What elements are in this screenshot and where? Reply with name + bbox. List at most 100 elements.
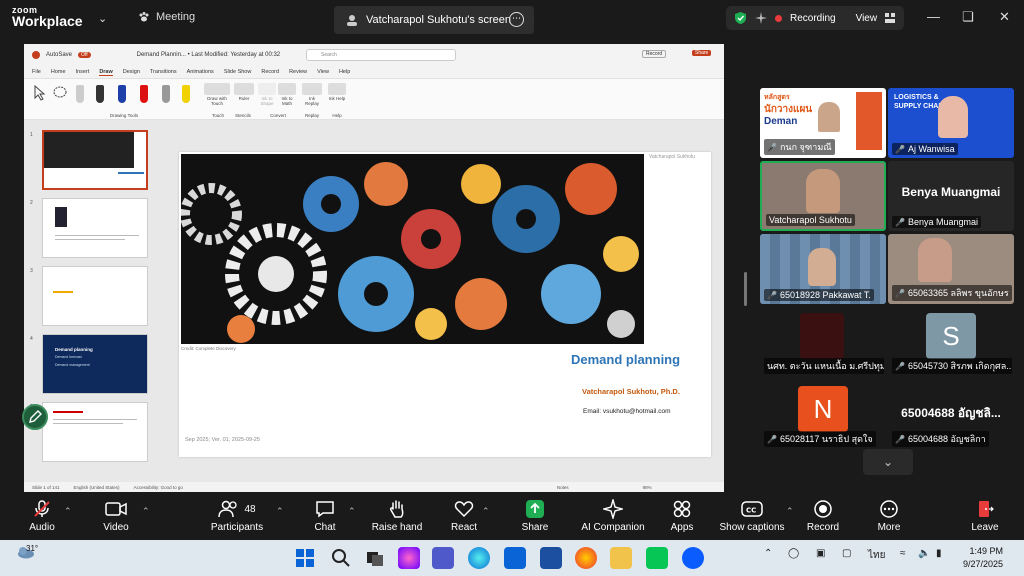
pen-black-icon[interactable]: [96, 85, 104, 103]
participant-tile[interactable]: นศท. ตะวัน แหนเนื้อ ม.ศรีปทุม: [760, 307, 886, 377]
edge-icon[interactable]: [468, 547, 490, 569]
menu-design[interactable]: Design: [123, 69, 140, 75]
pencil-icon[interactable]: [162, 85, 170, 103]
ppt-search-input[interactable]: Search: [306, 49, 456, 61]
start-icon[interactable]: [294, 547, 316, 569]
menu-insert[interactable]: Insert: [76, 69, 90, 75]
battery-icon[interactable]: ▮: [936, 548, 942, 559]
clock[interactable]: 1:49 PM 9/27/2025: [963, 545, 1003, 571]
ai-companion-button[interactable]: AI Companion: [578, 498, 648, 533]
pen-blue-icon[interactable]: [118, 85, 126, 103]
video-options-caret[interactable]: ⌃: [142, 506, 150, 517]
file-explorer-icon[interactable]: [610, 547, 632, 569]
ppt-record-button[interactable]: Record: [642, 50, 667, 58]
leave-button[interactable]: Leave: [968, 498, 1002, 533]
meeting-tab[interactable]: Meeting: [138, 11, 195, 23]
ppt-doc-title[interactable]: Demand Plannin... • Last Modified: Yeste…: [137, 52, 281, 58]
participant-tile[interactable]: หลักสูตร นักวางแผน Deman 🎤 กนก จุฑามณี: [760, 88, 886, 158]
ink-help-button[interactable]: Ink Help: [328, 83, 346, 101]
main-slide[interactable]: Credit: Complete Discovery Vatcharapol S…: [179, 152, 711, 457]
app-icon[interactable]: [540, 547, 562, 569]
menu-draw[interactable]: Draw: [99, 69, 113, 76]
audio-options-caret[interactable]: ⌃: [64, 506, 72, 517]
close-button[interactable]: ✕: [999, 9, 1010, 25]
language-status[interactable]: English (United States): [74, 485, 120, 490]
video-button[interactable]: Video: [98, 498, 134, 533]
grid-view-icon[interactable]: [885, 13, 896, 23]
pen-red-icon[interactable]: [140, 85, 148, 103]
participant-tile[interactable]: S 🎤 65045730 สิรภพ เกิดกุศล...: [888, 307, 1014, 377]
slide-thumbnail[interactable]: Demand planning Demand forecast Demand m…: [42, 334, 148, 394]
ppt-share-button[interactable]: Share: [692, 50, 712, 56]
react-button[interactable]: React: [448, 498, 480, 533]
view-button[interactable]: View: [856, 13, 878, 24]
menu-review[interactable]: Review: [289, 69, 307, 75]
firefox-icon[interactable]: [575, 547, 597, 569]
raise-hand-button[interactable]: Raise hand: [370, 498, 424, 533]
lasso-icon[interactable]: [52, 85, 68, 101]
captions-options-caret[interactable]: ⌃: [786, 506, 794, 517]
menu-view[interactable]: View: [317, 69, 329, 75]
recording-label[interactable]: Recording: [790, 13, 836, 24]
copilot-icon[interactable]: [398, 547, 420, 569]
chevron-down-icon[interactable]: ⌄: [98, 12, 107, 25]
accessibility-status[interactable]: Accessibility: Good to go: [134, 485, 183, 490]
sparkle-icon[interactable]: [755, 12, 767, 24]
menu-record[interactable]: Record: [261, 69, 279, 75]
participant-tile[interactable]: 🎤 65063365 ลลิพร ขุนอักษร: [888, 234, 1014, 304]
chevron-up-icon[interactable]: ⌃: [764, 548, 772, 559]
shield-check-icon[interactable]: [734, 11, 747, 25]
menu-file[interactable]: File: [32, 69, 41, 75]
maximize-button[interactable]: ❏: [962, 9, 974, 25]
gallery-next-page-button[interactable]: ⌄: [863, 449, 913, 475]
weather-widget[interactable]: 31°: [16, 544, 38, 561]
minimize-button[interactable]: —: [927, 9, 940, 24]
more-button[interactable]: More: [874, 498, 904, 533]
zoom-level[interactable]: 98%: [643, 485, 652, 490]
select-cursor-icon[interactable]: [34, 85, 46, 101]
panel-resize-handle[interactable]: [744, 272, 747, 306]
tray-icon[interactable]: ◯: [788, 548, 799, 559]
more-icon[interactable]: ⋯: [509, 12, 524, 27]
chat-options-caret[interactable]: ⌃: [348, 506, 356, 517]
participant-tile[interactable]: 65004688 อัญชลิ... 🎤 65004688 อัญชลิกา: [888, 380, 1014, 450]
audio-button[interactable]: Audio: [24, 498, 60, 533]
slide-thumbnail[interactable]: [42, 130, 148, 190]
record-button[interactable]: Record: [804, 498, 842, 533]
ink-replay-button[interactable]: Ink Replay: [302, 83, 322, 106]
menu-home[interactable]: Home: [51, 69, 66, 75]
slide-thumbnail[interactable]: [42, 402, 148, 462]
task-view-icon[interactable]: [364, 547, 386, 569]
ink-to-math-button[interactable]: Ink to Math: [278, 83, 296, 106]
ink-to-shape-button[interactable]: Ink to Shape: [258, 83, 276, 106]
show-captions-button[interactable]: CC Show captions: [718, 498, 786, 533]
highlighter-icon[interactable]: [182, 85, 190, 103]
participants-options-caret[interactable]: ⌃: [276, 506, 284, 517]
menu-transitions[interactable]: Transitions: [150, 69, 177, 75]
react-options-caret[interactable]: ⌃: [482, 506, 490, 517]
slide-thumbnail[interactable]: [42, 266, 148, 326]
teams-icon[interactable]: [432, 547, 454, 569]
draw-with-touch-button[interactable]: Draw with Touch: [204, 83, 230, 106]
apps-button[interactable]: Apps: [666, 498, 698, 533]
search-icon[interactable]: [330, 547, 352, 569]
zoom-icon[interactable]: [682, 547, 704, 569]
outlook-icon[interactable]: [504, 547, 526, 569]
participant-tile[interactable]: Benya Muangmai 🎤 Benya Muangmai: [888, 161, 1014, 231]
menu-help[interactable]: Help: [339, 69, 350, 75]
menu-animations[interactable]: Animations: [187, 69, 214, 75]
ruler-button[interactable]: Ruler: [234, 83, 254, 101]
share-button[interactable]: Share: [518, 498, 552, 533]
participant-tile[interactable]: LOGISTICS & SUPPLY CHAI 🎤 Aj Wanwisa: [888, 88, 1014, 158]
participant-tile[interactable]: N 🎤 65028117 นราธิป สุดใจ: [760, 380, 886, 450]
line-icon[interactable]: [646, 547, 668, 569]
participant-tile-active-speaker[interactable]: Vatcharapol Sukhotu: [760, 161, 886, 231]
autosave-toggle[interactable]: Off: [78, 52, 91, 58]
eraser-icon[interactable]: [76, 85, 84, 103]
chat-button[interactable]: Chat: [310, 498, 340, 533]
volume-icon[interactable]: 🔈: [918, 548, 930, 559]
annotate-pen-button[interactable]: [22, 404, 48, 430]
shared-screen-tab[interactable]: Vatcharapol Sukhotu's screen ⋯: [334, 6, 534, 34]
menu-slide-show[interactable]: Slide Show: [224, 69, 252, 75]
tray-icon[interactable]: ▢: [842, 548, 851, 559]
